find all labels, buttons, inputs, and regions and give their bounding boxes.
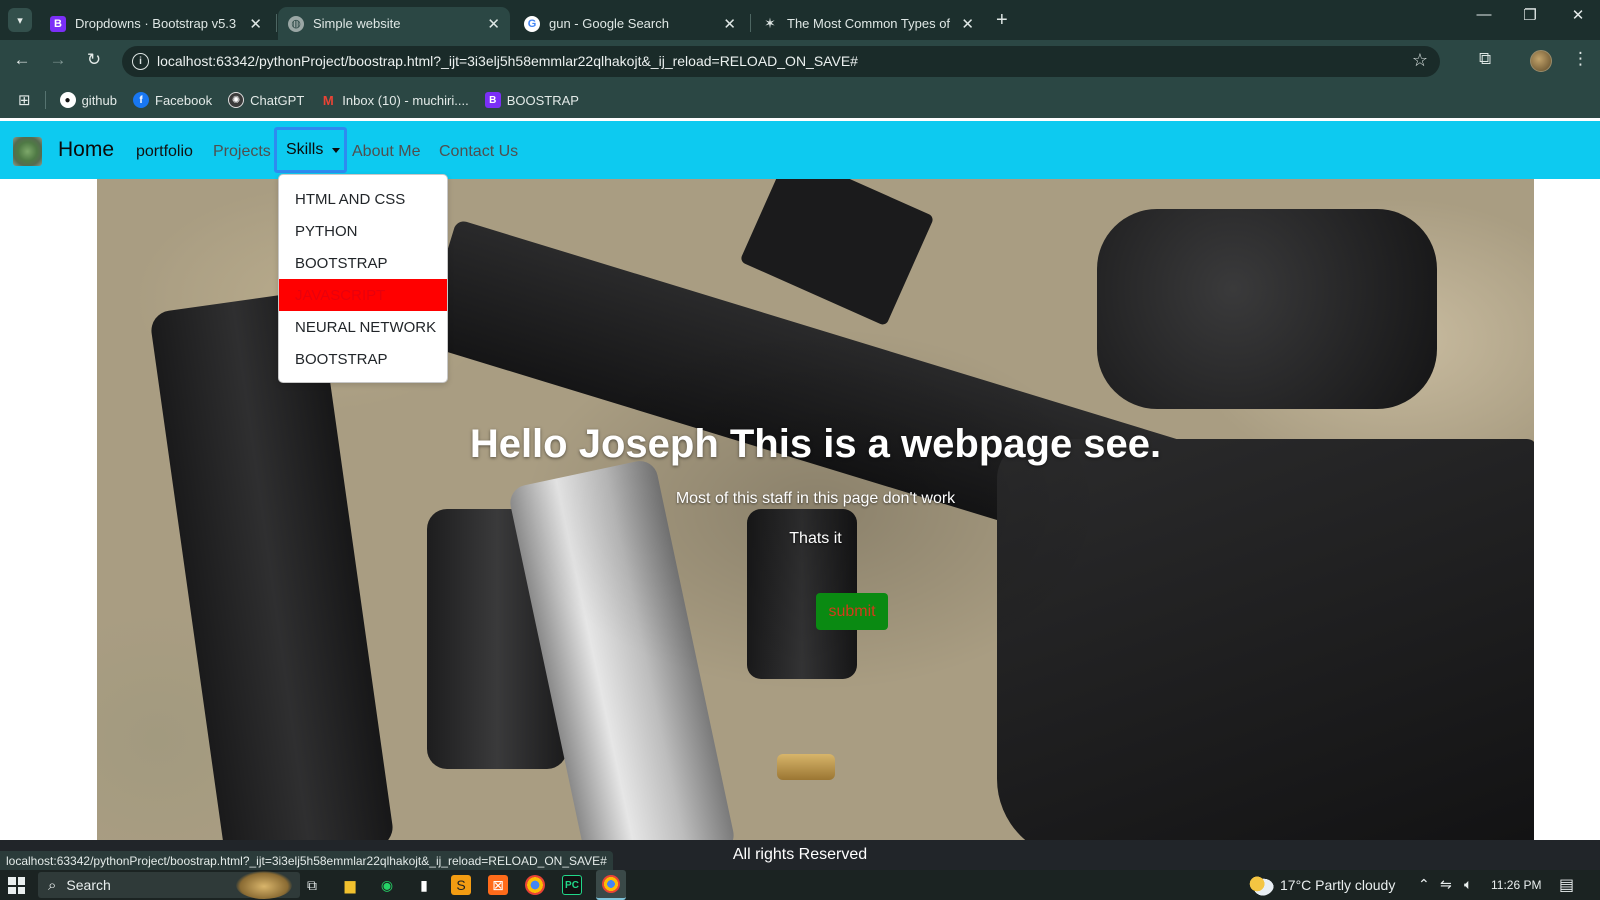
task-view-icon[interactable]: ⧉ [302, 875, 322, 895]
reload-icon[interactable]: ↻ [83, 50, 105, 70]
submit-button[interactable]: submit [816, 593, 888, 630]
close-window-icon[interactable]: ✕ [1563, 6, 1593, 24]
dropdown-item-javascript[interactable]: JAVASCRIPT [279, 279, 447, 311]
browser-tab-strip: ▾ B Dropdowns · Bootstrap v5.3 ✕ ◍ Simpl… [0, 0, 1600, 40]
taskbar-search-label: Search [66, 877, 111, 893]
site-info-icon[interactable]: i [132, 53, 149, 70]
tab-simple-website[interactable]: ◍ Simple website ✕ [278, 7, 510, 40]
browser-toolbar: ← → ↻ i localhost:63342/pythonProject/bo… [0, 40, 1600, 82]
new-tab-plus-icon[interactable]: + [996, 9, 1008, 32]
dropdown-item-bootstrap[interactable]: BOOTSTRAP [279, 247, 447, 279]
close-tab-icon[interactable]: ✕ [961, 15, 974, 33]
bookmarks-bar: ⊞ ● github f Facebook ✺ ChatGPT M Inbox … [0, 82, 1600, 118]
notepad-icon[interactable]: ▮ [414, 875, 434, 895]
nav-contact-us[interactable]: Contact Us [439, 143, 518, 161]
pycharm-icon[interactable]: PC [562, 875, 582, 895]
nav-about-me[interactable]: About Me [352, 143, 420, 161]
close-tab-icon[interactable]: ✕ [723, 15, 736, 33]
clock-time[interactable]: 11:26 PM [1491, 878, 1541, 892]
forward-arrow-icon[interactable]: → [47, 50, 69, 70]
skills-dropdown-menu: HTML AND CSS PYTHON BOOTSTRAP JAVASCRIPT… [278, 174, 448, 383]
tab-separator [276, 14, 277, 32]
windows-taskbar: ⌕ Search ⧉ ▆ ◉ ▮ S ⊠ PC 17°C Partly clou… [0, 870, 1600, 900]
brand-logo[interactable] [13, 137, 42, 166]
chatgpt-icon: ✺ [228, 92, 245, 108]
facebook-icon: f [133, 92, 149, 108]
nav-skills-label: Skills [286, 141, 324, 158]
url-text[interactable]: localhost:63342/pythonProject/boostrap.h… [157, 53, 858, 69]
tab-dropdowns-bootstrap[interactable]: B Dropdowns · Bootstrap v5.3 ✕ [40, 7, 272, 40]
tab-title: The Most Common Types of Gu [787, 16, 954, 31]
dropdown-item-html-css[interactable]: HTML AND CSS [279, 183, 447, 215]
caret-down-icon [332, 147, 341, 153]
bookmark-label: Inbox (10) - muchiri.... [342, 92, 469, 108]
globe-favicon-icon: ◍ [288, 15, 304, 32]
tab-search-chevron-icon[interactable]: ▾ [8, 8, 32, 32]
more-menu-icon[interactable]: ⋮ [1572, 49, 1589, 69]
chrome-active-icon[interactable] [596, 870, 626, 900]
hero-title: Hello Joseph This is a webpage see. [469, 422, 1162, 466]
tab-title: Dropdowns · Bootstrap v5.3 [75, 16, 237, 31]
hero-subtitle: Most of this staff in this page don't wo… [675, 490, 956, 507]
bookmark-label: ChatGPT [250, 92, 305, 108]
network-icon[interactable]: ⇋ [1440, 876, 1452, 893]
bootstrap-favicon-icon: B [50, 15, 66, 32]
search-icon: ⌕ [48, 876, 57, 894]
search-highlight-owl-icon[interactable] [236, 871, 292, 899]
gmail-icon: M [322, 92, 334, 108]
profile-avatar[interactable] [1530, 50, 1552, 72]
tab-gun-google-search[interactable]: G gun - Google Search ✕ [514, 7, 746, 40]
bookmark-label: Facebook [155, 92, 213, 108]
back-arrow-icon[interactable]: ← [11, 50, 33, 70]
nav-projects[interactable]: Projects [213, 143, 271, 161]
bookmark-boostrap[interactable]: B BOOSTRAP [484, 92, 579, 108]
dropdown-item-bootstrap-2[interactable]: BOOTSTRAP [279, 343, 447, 375]
hero-subtitle-2: Thats it [789, 530, 842, 547]
tab-title: gun - Google Search [549, 16, 669, 31]
bootstrap-icon: B [484, 92, 501, 108]
star-favicon-icon: ✶ [764, 15, 776, 31]
file-explorer-icon[interactable]: ▆ [340, 875, 360, 895]
bookmark-star-icon[interactable]: ☆ [1412, 50, 1428, 71]
dropdown-item-python[interactable]: PYTHON [279, 215, 447, 247]
tab-common-types-of-guns[interactable]: ✶ The Most Common Types of Gu ✕ [752, 7, 984, 40]
sublime-text-icon[interactable]: S [451, 875, 471, 895]
address-bar[interactable]: i localhost:63342/pythonProject/boostrap… [122, 46, 1440, 77]
xampp-icon[interactable]: ⊠ [488, 875, 508, 895]
site-navbar: Home portfolio Projects Skills About Me … [0, 121, 1600, 179]
link-status-bubble: localhost:63342/pythonProject/boostrap.h… [0, 851, 613, 871]
tab-title: Simple website [313, 16, 401, 31]
apps-grid-icon[interactable]: ⊞ [18, 91, 31, 109]
restore-icon[interactable]: ❐ [1515, 6, 1545, 24]
partly-cloudy-weather-icon[interactable] [1248, 874, 1274, 896]
close-tab-icon[interactable]: ✕ [487, 15, 500, 33]
windows-start-icon[interactable] [8, 877, 25, 894]
show-hidden-icons-chevron-up-icon[interactable]: ⌃ [1418, 876, 1430, 893]
bookmark-facebook[interactable]: f Facebook [133, 92, 212, 108]
bookmark-label: github [81, 92, 117, 108]
bookmark-chatgpt[interactable]: ✺ ChatGPT [228, 92, 304, 108]
bookmark-github[interactable]: ● github [59, 92, 117, 108]
bookmark-gmail-inbox[interactable]: M Inbox (10) - muchiri.... [320, 92, 469, 108]
extensions-puzzle-icon[interactable]: ⧉ [1479, 49, 1491, 69]
dropdown-item-neural-network[interactable]: NEURAL NETWORK [279, 311, 447, 343]
volume-icon[interactable]: 🔈︎ [1464, 876, 1472, 893]
notifications-icon[interactable]: ▤ [1559, 875, 1574, 895]
nav-portfolio[interactable]: portfolio [136, 143, 193, 161]
close-tab-icon[interactable]: ✕ [249, 15, 262, 33]
bookmark-divider [44, 91, 46, 109]
minimize-icon[interactable]: — [1469, 6, 1499, 23]
whatsapp-icon[interactable]: ◉ [377, 875, 397, 895]
nav-skills-dropdown-toggle[interactable]: Skills [274, 127, 347, 173]
bookmark-label: BOOSTRAP [506, 92, 579, 108]
chrome-icon[interactable] [525, 875, 545, 895]
brand-home-link[interactable]: Home [58, 138, 114, 162]
weather-text[interactable]: 17°C Partly cloudy [1280, 877, 1395, 893]
github-icon: ● [59, 92, 76, 108]
google-favicon-icon: G [524, 15, 540, 32]
tab-separator [750, 14, 751, 32]
